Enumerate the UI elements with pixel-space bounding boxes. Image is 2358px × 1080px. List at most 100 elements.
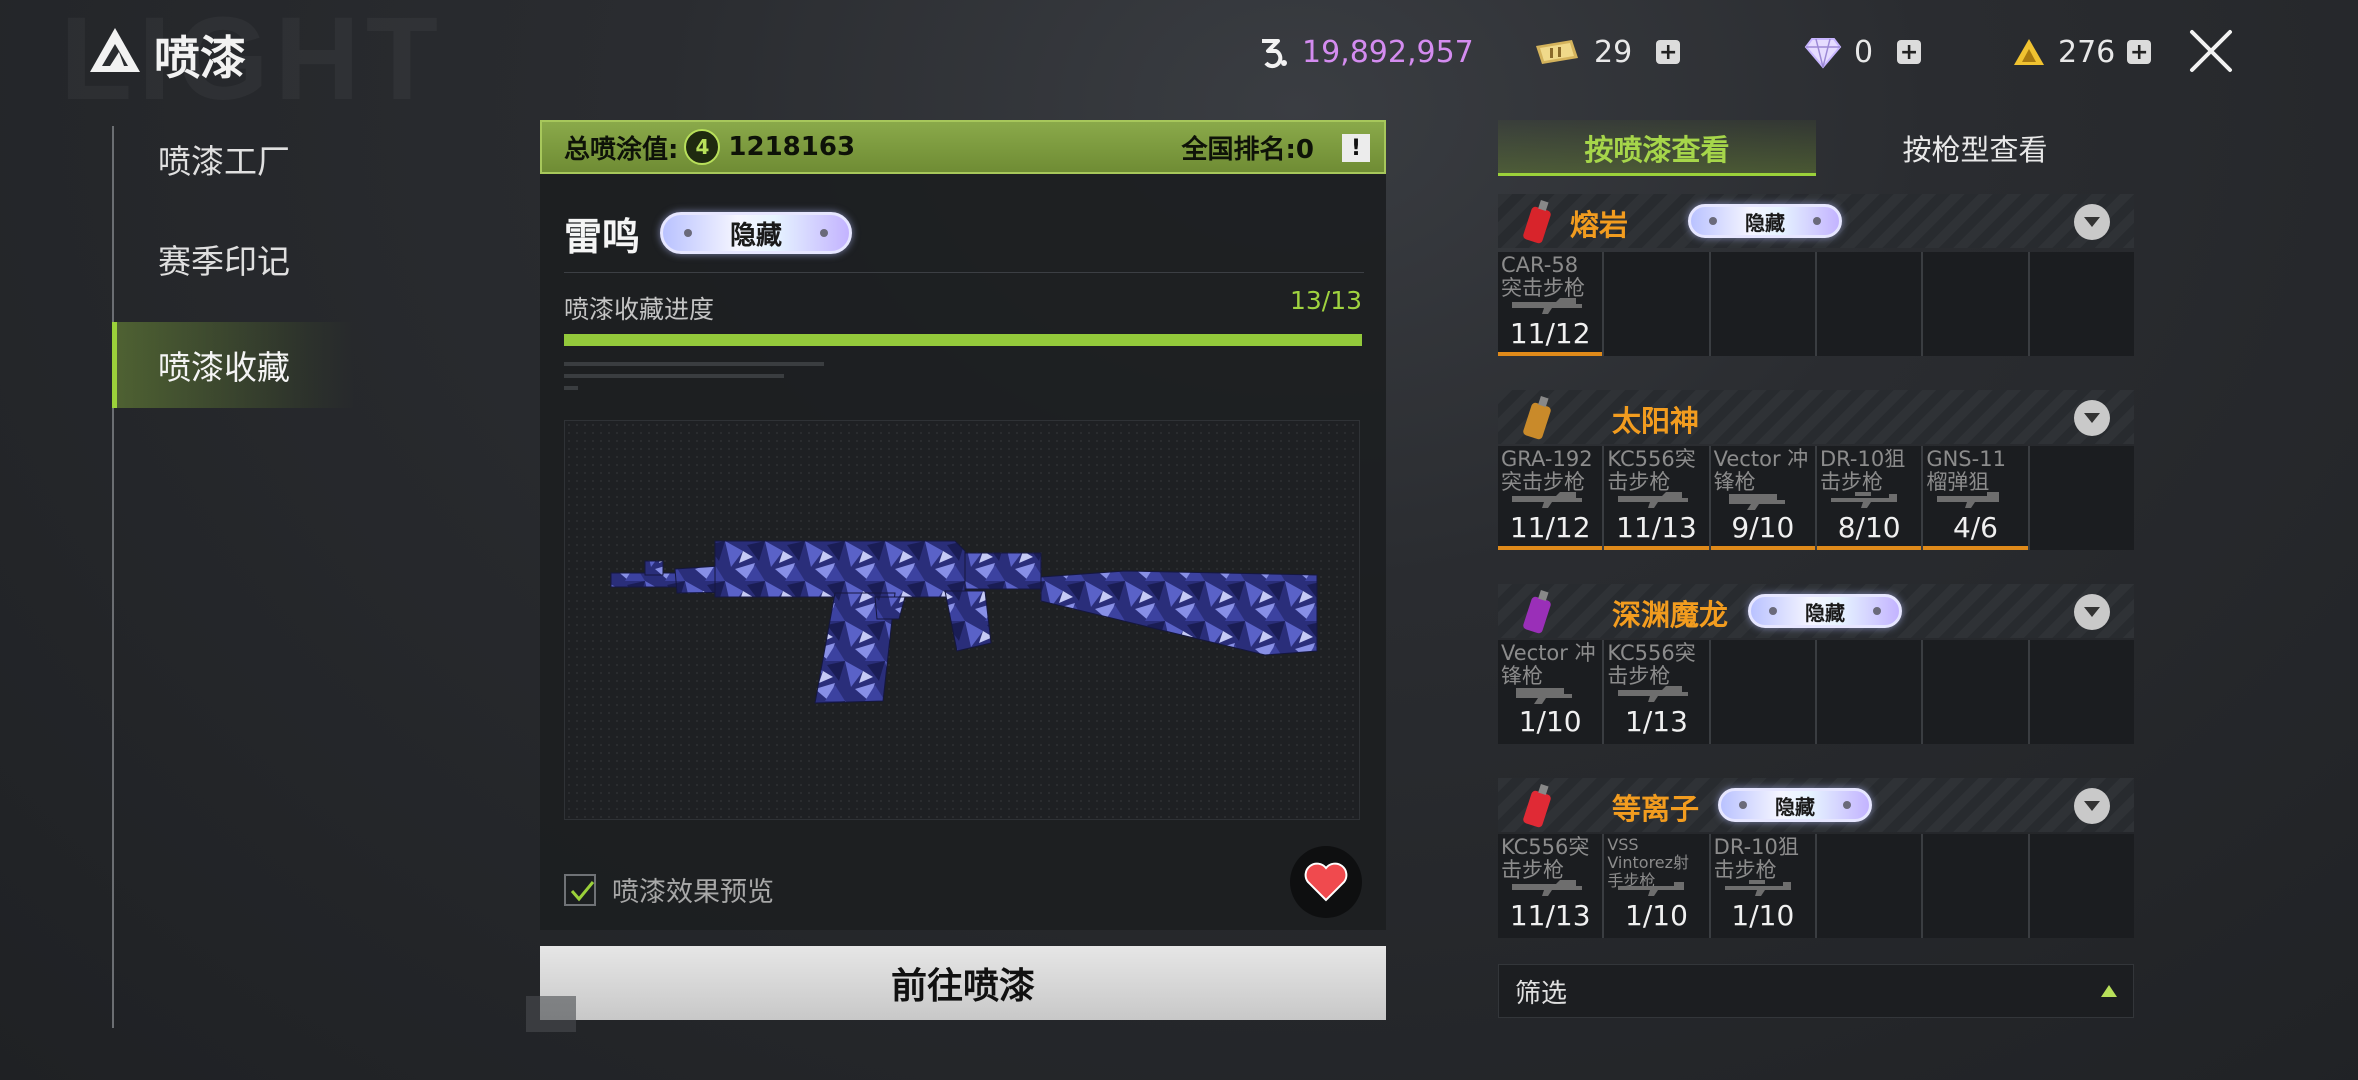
spray-group-header[interactable]: 深渊魔龙 隐藏	[1498, 584, 2134, 638]
empty-cell	[1604, 252, 1709, 356]
progress-underline	[1498, 352, 1603, 356]
add-diamonds-button[interactable]: +	[1897, 40, 1922, 65]
spray-name: 熔岩	[1570, 208, 1629, 242]
nav-item-spray-collection[interactable]: 喷漆收藏	[112, 322, 354, 408]
weapon-cell[interactable]: GNS-11 榴弹狙 4/6	[1923, 446, 2028, 550]
empty-cell	[1710, 252, 1815, 356]
tab-by-weapon[interactable]: 按枪型查看	[1816, 120, 2134, 176]
empty-cell	[1816, 252, 1922, 356]
badge-dot-icon	[1709, 217, 1717, 225]
badge-label: 隐藏	[1805, 600, 1845, 625]
chevron-down-icon	[2084, 217, 2100, 227]
weapon-progress: 8/10	[1837, 511, 1901, 544]
progress-count: 13/13	[1290, 286, 1363, 315]
total-spray-label: 总喷涂值:	[564, 134, 679, 165]
currency-value: 29	[1594, 34, 1633, 70]
weapon-progress: 4/6	[1952, 511, 1998, 544]
weapon-cell[interactable]: GRA-192 突击步枪 11/12	[1498, 446, 1603, 550]
filter-dropdown[interactable]: 筛选	[1498, 964, 2134, 1018]
smg-icon	[1728, 494, 1785, 510]
weapon-progress: 9/10	[1731, 511, 1795, 544]
badge-dot-icon	[1873, 607, 1881, 615]
badge-dot-icon	[1813, 217, 1821, 225]
rifle-icon	[1512, 880, 1582, 896]
currency-tickets: 29 +	[1532, 30, 1681, 74]
spray-group-header[interactable]: 太阳神	[1498, 390, 2134, 444]
weapon-cell[interactable]: CAR-58 突击步枪 11/12	[1498, 252, 1603, 356]
weapon-cell[interactable]: KC556突 击步枪 11/13	[1604, 446, 1709, 550]
collapse-button[interactable]	[2074, 400, 2110, 436]
badge-label: 隐藏	[729, 220, 782, 251]
skin-name: 雷鸣	[564, 215, 641, 259]
app-logo-icon	[90, 28, 140, 72]
weapon-cell[interactable]: DR-10狙 击步枪 1/10	[1710, 834, 1815, 938]
hidden-tag-badge: 隐藏	[1748, 594, 1902, 628]
triangle-up-icon	[2101, 985, 2117, 997]
add-tickets-button[interactable]: +	[1656, 40, 1681, 65]
hidden-tag-badge: 隐藏	[1688, 204, 1842, 238]
weapon-cell-row: GRA-192 突击步枪 11/12 KC556突 击步枪 11/13 Vect…	[1498, 446, 2134, 550]
collapse-button[interactable]	[2074, 204, 2110, 240]
weapon-cell[interactable]: KC556突 击步枪 1/13	[1604, 640, 1709, 744]
page-title: 喷漆	[154, 31, 246, 85]
weapon-name: KC556突 击步枪	[1607, 641, 1696, 688]
weapon-cell[interactable]: Vector 冲锋枪 1/10	[1498, 640, 1603, 744]
weapon-cell-row: CAR-58 突击步枪 11/12	[1498, 252, 2134, 356]
empty-cell	[2029, 640, 2134, 744]
empty-cell	[2029, 252, 2134, 356]
empty-cell	[1816, 834, 1922, 938]
weapon-cell[interactable]: KC556突 击步枪 11/13	[1498, 834, 1603, 938]
nav-item-season-marks[interactable]: 赛季印记	[114, 216, 354, 302]
badge-label: 隐藏	[1745, 210, 1785, 235]
favorite-button[interactable]	[1290, 846, 1362, 918]
badge-dot-icon	[1739, 801, 1747, 809]
weapon-name: DR-10狙 击步枪	[1713, 835, 1799, 882]
filter-label: 筛选	[1515, 978, 1568, 1009]
weapon-cell[interactable]: VSS Vintorez射 手步枪 1/10	[1604, 834, 1709, 938]
collapse-button[interactable]	[2074, 788, 2110, 824]
empty-cell	[2029, 834, 2134, 938]
weapon-cell[interactable]: DR-10狙 击步枪 8/10	[1816, 446, 1922, 550]
spray-can-icon	[1523, 395, 1551, 440]
decorative-lines	[564, 362, 844, 398]
progress-underline	[1816, 546, 1922, 550]
empty-cell	[1816, 640, 1922, 744]
tab-by-spray[interactable]: 按喷漆查看	[1498, 120, 1816, 176]
hidden-tag-badge: 隐藏	[660, 212, 852, 254]
nav-item-spray-factory[interactable]: 喷漆工厂	[114, 116, 354, 202]
progress-fill	[564, 334, 1362, 346]
empty-cell	[1923, 834, 2028, 938]
nav-item-label: 喷漆收藏	[158, 348, 290, 387]
triangle-gold-currency-icon	[2012, 37, 2046, 67]
add-gold-button[interactable]: +	[2127, 40, 2152, 65]
sniper-icon	[1830, 492, 1897, 508]
rifle-icon	[1512, 492, 1582, 508]
badge-dot-icon	[683, 229, 692, 237]
weapon-name: Vector 冲锋枪	[1713, 447, 1809, 494]
heart-icon	[1304, 862, 1348, 902]
spray-group-header[interactable]: 等离子 隐藏	[1498, 778, 2134, 832]
spray-can-icon	[1523, 199, 1551, 244]
currency-value: 19,892,957	[1302, 34, 1474, 70]
weapon-cell[interactable]: Vector 冲锋枪 9/10	[1710, 446, 1815, 550]
mark-currency-icon	[1256, 35, 1290, 69]
weapon-cell-row: KC556突 击步枪 11/13 VSS Vintorez射 手步枪 1/10 …	[1498, 834, 2134, 938]
progress-underline	[1498, 546, 1603, 550]
total-spray-value: 1218163	[728, 132, 856, 162]
progress-label: 喷漆收藏进度	[564, 295, 715, 324]
nav-item-label: 赛季印记	[158, 242, 290, 281]
collection-summary-bar: 总喷涂值: 4 1218163 全国排名:0 !	[540, 120, 1386, 174]
spray-value-icon: 4	[684, 129, 721, 165]
rifle-icon	[1618, 686, 1689, 702]
spray-group-header[interactable]: 熔岩 隐藏	[1498, 194, 2134, 248]
goto-spray-button[interactable]: 前往喷漆	[540, 946, 1386, 1020]
empty-cell	[1923, 640, 2028, 744]
info-button[interactable]: !	[1342, 134, 1370, 162]
spray-name: 深渊魔龙	[1612, 598, 1729, 632]
close-icon[interactable]	[2186, 26, 2236, 76]
badge-dot-icon	[1769, 607, 1777, 615]
currency-value: 0	[1854, 34, 1874, 70]
weapon-progress: 11/13	[1509, 899, 1591, 932]
preview-checkbox[interactable]	[564, 874, 596, 906]
collapse-button[interactable]	[2074, 594, 2110, 630]
